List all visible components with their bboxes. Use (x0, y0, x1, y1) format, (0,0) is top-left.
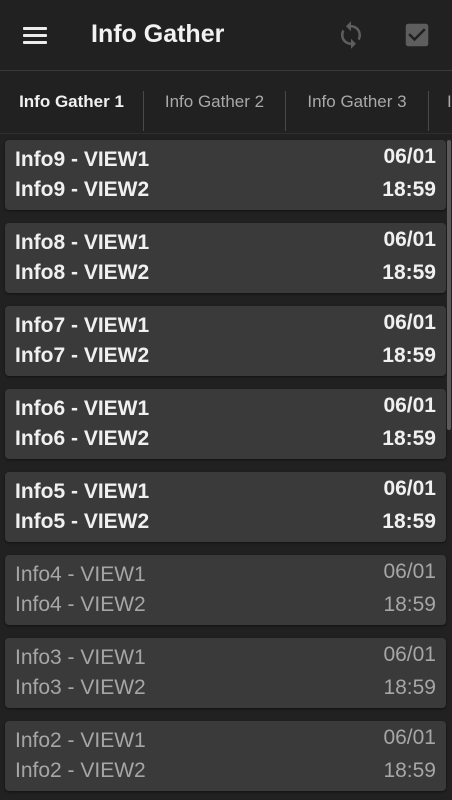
item-time: 18:59 (382, 427, 436, 450)
item-view1: Info3 - VIEW1 (15, 646, 146, 669)
item-date: 06/01 (383, 394, 436, 417)
item-time: 18:59 (382, 510, 436, 533)
list-item[interactable]: Info6 - VIEW1 Info6 - VIEW2 06/01 18:59 (5, 389, 446, 459)
item-time: 18:59 (383, 759, 436, 782)
tab-info-gather-4[interactable]: I (429, 71, 452, 133)
item-date: 06/01 (383, 477, 436, 500)
list-scrollbar[interactable] (447, 140, 451, 430)
info-list: Info9 - VIEW1 Info9 - VIEW2 06/01 18:59 … (0, 134, 452, 800)
item-view1: Info4 - VIEW1 (15, 563, 146, 586)
tab-info-gather-3[interactable]: Info Gather 3 (286, 71, 428, 133)
item-date: 06/01 (383, 145, 436, 168)
item-view1: Info6 - VIEW1 (15, 397, 150, 420)
app-title: Info Gather (91, 20, 225, 48)
list-item[interactable]: Info4 - VIEW1 Info4 - VIEW2 06/01 18:59 (5, 555, 446, 625)
item-time: 18:59 (382, 261, 436, 284)
list-item[interactable]: Info7 - VIEW1 Info7 - VIEW2 06/01 18:59 (5, 306, 446, 376)
item-view2: Info3 - VIEW2 (15, 676, 146, 699)
item-view2: Info9 - VIEW2 (15, 178, 150, 201)
item-view1: Info7 - VIEW1 (15, 314, 150, 337)
item-view2: Info2 - VIEW2 (15, 759, 146, 782)
list-item[interactable]: Info3 - VIEW1 Info3 - VIEW2 06/01 18:59 (5, 638, 446, 708)
item-view2: Info5 - VIEW2 (15, 510, 150, 533)
refresh-icon[interactable] (336, 20, 366, 50)
tab-info-gather-1[interactable]: Info Gather 1 (0, 71, 143, 133)
item-date: 06/01 (383, 228, 436, 251)
item-view1: Info8 - VIEW1 (15, 231, 150, 254)
item-view1: Info2 - VIEW1 (15, 729, 146, 752)
item-time: 18:59 (382, 178, 436, 201)
tab-bar: Info Gather 1 Info Gather 2 Info Gather … (0, 71, 452, 133)
item-time: 18:59 (382, 344, 436, 367)
item-view2: Info8 - VIEW2 (15, 261, 150, 284)
list-item[interactable]: Info9 - VIEW1 Info9 - VIEW2 06/01 18:59 (5, 140, 446, 210)
item-view2: Info6 - VIEW2 (15, 427, 150, 450)
app-bar: Info Gather (0, 0, 452, 70)
tab-info-gather-2[interactable]: Info Gather 2 (144, 71, 285, 133)
item-view1: Info5 - VIEW1 (15, 480, 150, 503)
list-item[interactable]: Info8 - VIEW1 Info8 - VIEW2 06/01 18:59 (5, 223, 446, 293)
item-time: 18:59 (383, 593, 436, 616)
item-date: 06/01 (383, 560, 436, 583)
item-time: 18:59 (383, 676, 436, 699)
item-date: 06/01 (383, 643, 436, 666)
hamburger-menu-icon[interactable] (20, 23, 50, 47)
item-view2: Info4 - VIEW2 (15, 593, 146, 616)
item-view2: Info7 - VIEW2 (15, 344, 150, 367)
item-date: 06/01 (383, 726, 436, 749)
item-view1: Info9 - VIEW1 (15, 148, 150, 171)
list-item[interactable]: Info2 - VIEW1 Info2 - VIEW2 06/01 18:59 (5, 721, 446, 791)
item-date: 06/01 (383, 311, 436, 334)
checkbox-icon[interactable] (402, 20, 432, 50)
list-item[interactable]: Info5 - VIEW1 Info5 - VIEW2 06/01 18:59 (5, 472, 446, 542)
